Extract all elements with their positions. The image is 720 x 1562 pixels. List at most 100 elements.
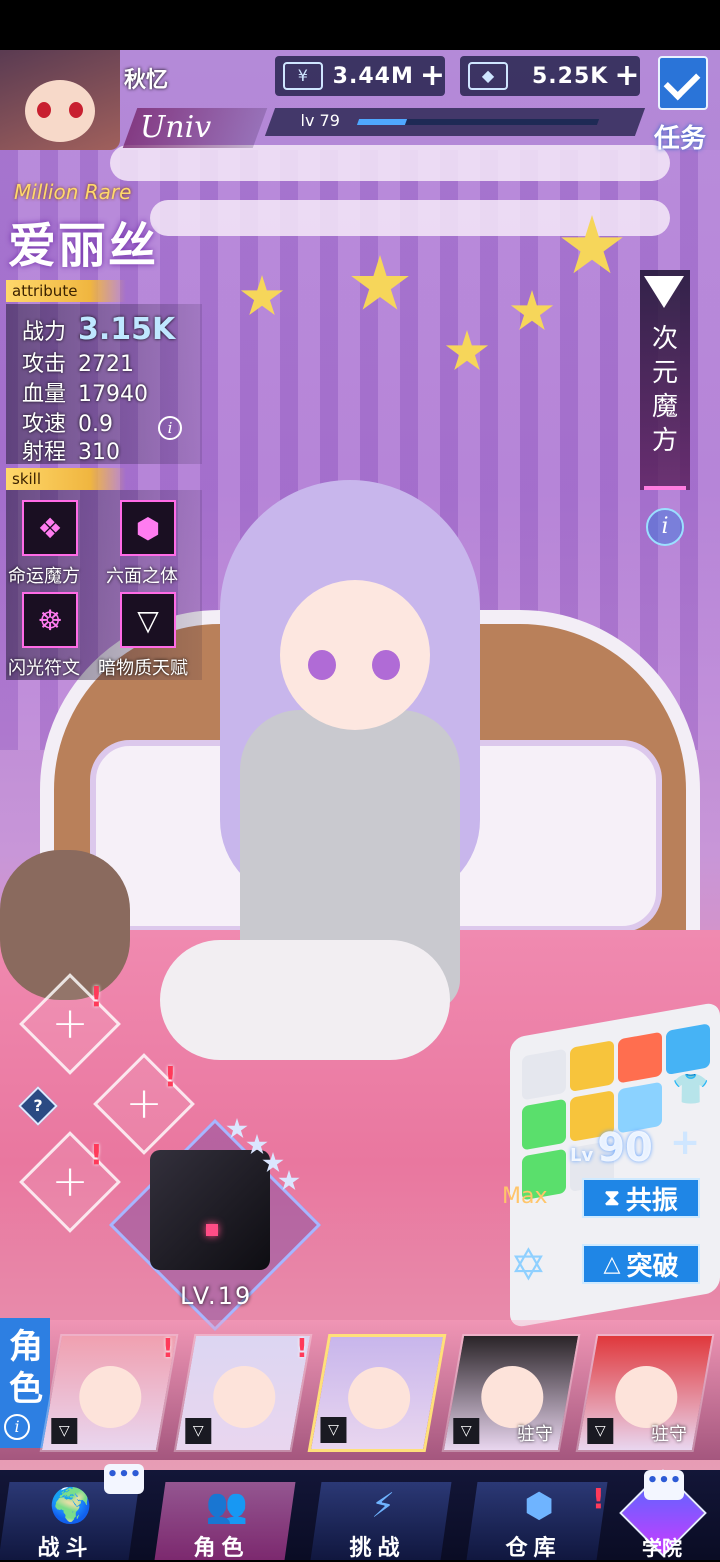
dimension-cube-label: 次元魔方 xyxy=(651,324,678,456)
resonance-button[interactable]: ⧗ 共振 xyxy=(582,1178,700,1218)
core-level: LV.19 xyxy=(180,1282,253,1310)
character-name: 爱丽丝 xyxy=(8,218,159,274)
cube-cell xyxy=(666,1023,710,1076)
character-legs xyxy=(160,940,450,1060)
task-label: 任务 xyxy=(654,124,707,154)
gem-counter: ◆ 5.25K + xyxy=(460,56,640,96)
yen-icon: ¥ xyxy=(283,62,323,90)
alert-icon: ! xyxy=(296,1334,308,1364)
stat-range: 射程 310 xyxy=(22,440,120,465)
skill-label: 命运魔方 xyxy=(8,566,80,587)
group-icon: 👥 xyxy=(205,1486,249,1526)
character-illustration[interactable] xyxy=(160,470,500,1060)
level-track xyxy=(356,119,600,125)
class-badge-icon: ▽ xyxy=(51,1418,78,1444)
avatar-eye xyxy=(69,102,83,118)
triangle-icon: △ xyxy=(603,1251,621,1277)
character-eye xyxy=(372,650,400,680)
add-gold-button[interactable]: + xyxy=(420,61,445,91)
cubes-icon[interactable]: ⬢ xyxy=(120,500,176,556)
character-eye xyxy=(308,650,336,680)
cube-cell xyxy=(618,1031,662,1084)
skill-label: 闪光符文 xyxy=(8,658,80,679)
roster-tab[interactable]: 角色 i xyxy=(0,1318,50,1448)
cube-cell xyxy=(522,1098,566,1151)
upgrade-level: Lv 90 xyxy=(570,1125,653,1171)
breakthrough-button[interactable]: △ 突破 xyxy=(582,1244,700,1284)
guild-badge[interactable]: Univ xyxy=(122,108,268,148)
info-icon[interactable]: i xyxy=(4,1414,30,1440)
class-badge-icon: ▽ xyxy=(453,1418,480,1444)
box-icon: ⬢ xyxy=(524,1486,554,1526)
core-cube-icon xyxy=(150,1150,270,1270)
cube-cell xyxy=(522,1048,566,1101)
nav-challenge[interactable]: ⚡ 挑战 xyxy=(310,1482,452,1561)
add-gem-button[interactable]: + xyxy=(614,61,639,91)
guard-status: 驻守 xyxy=(516,1424,553,1445)
alert-icon: ! xyxy=(90,1138,103,1171)
globe-icon: 🌍 xyxy=(49,1486,93,1526)
class-badge-icon: ▽ xyxy=(320,1417,347,1443)
card-face xyxy=(348,1367,411,1429)
character-card[interactable]: ▽ 驻守 xyxy=(441,1334,581,1452)
stat-attack: 攻击 2721 xyxy=(22,352,134,377)
gold-counter: ¥ 3.44M + xyxy=(275,56,445,96)
stat-hp: 血量 17940 xyxy=(22,382,148,407)
class-badge-icon: ▽ xyxy=(587,1418,614,1444)
tab-underline xyxy=(644,486,686,490)
skill-tag: skill xyxy=(6,468,126,490)
roster-label: 角色 xyxy=(9,1327,43,1409)
task-button[interactable]: 任务 xyxy=(648,52,720,154)
max-label: Max xyxy=(502,1184,548,1209)
info-icon[interactable]: i xyxy=(646,508,684,546)
dimension-cube-tab[interactable]: 次元魔方 xyxy=(640,270,690,490)
player-level-bar: lv 79 xyxy=(264,108,646,136)
nav-battle-label: 战斗 xyxy=(37,1536,94,1561)
skill-label: 六面之体 xyxy=(106,566,178,587)
character-card[interactable]: ▽ xyxy=(39,1334,179,1452)
checkbox-icon xyxy=(658,56,708,110)
cube-icon[interactable]: ❖ xyxy=(22,500,78,556)
character-card[interactable]: ▽ 驻守 xyxy=(575,1334,715,1452)
guard-status: 驻守 xyxy=(650,1424,687,1445)
character-face xyxy=(280,580,430,730)
card-face xyxy=(79,1366,142,1428)
frill xyxy=(110,145,670,181)
crystal-icon: ◆ xyxy=(468,62,508,90)
chat-icon[interactable]: ••• xyxy=(104,1464,144,1494)
level-up-button[interactable]: + xyxy=(670,1122,700,1163)
nav-character[interactable]: 👥 角色 xyxy=(154,1482,296,1561)
chat-icon[interactable]: ••• xyxy=(644,1470,684,1500)
avatar-face xyxy=(25,80,95,142)
hexagram-icon[interactable]: ✡ xyxy=(510,1240,547,1291)
card-face xyxy=(481,1366,544,1428)
level-fill xyxy=(356,119,408,125)
rarity-label: Million Rare xyxy=(14,180,132,204)
lightning-icon: ⚡ xyxy=(371,1486,396,1526)
skill-label: 暗物质天赋 xyxy=(98,658,188,679)
nav-warehouse[interactable]: ⬢ 仓库 xyxy=(466,1482,608,1561)
stats-info-icon[interactable]: i xyxy=(158,416,182,440)
nav-academy-label: 学院 xyxy=(642,1536,682,1560)
cube-cell xyxy=(570,1040,614,1092)
stat-power: 战力 3.15K xyxy=(22,312,176,347)
class-badge-icon: ▽ xyxy=(185,1418,212,1444)
character-card[interactable]: ▽ xyxy=(307,1334,447,1452)
player-avatar[interactable] xyxy=(0,50,120,150)
nav-challenge-label: 挑战 xyxy=(349,1536,406,1561)
triangle-icon[interactable]: ▽ xyxy=(120,592,176,648)
alert-icon: ! xyxy=(592,1482,605,1515)
nav-academy[interactable]: ••• 学院 xyxy=(619,1469,720,1560)
triangle-icon xyxy=(644,276,684,308)
shirt-icon[interactable]: 👕 xyxy=(672,1072,709,1107)
hourglass-icon: ⧗ xyxy=(604,1185,620,1211)
character-card[interactable]: ▽ xyxy=(173,1334,313,1452)
gold-value: 3.44M xyxy=(332,63,414,89)
player-level: lv 79 xyxy=(300,111,340,130)
player-name: 秋忆 xyxy=(124,68,169,93)
card-face xyxy=(615,1366,678,1428)
nav-character-label: 角色 xyxy=(193,1536,250,1561)
rune-icon[interactable]: ☸ xyxy=(22,592,78,648)
card-face xyxy=(213,1366,276,1428)
alert-icon: ! xyxy=(164,1060,177,1093)
